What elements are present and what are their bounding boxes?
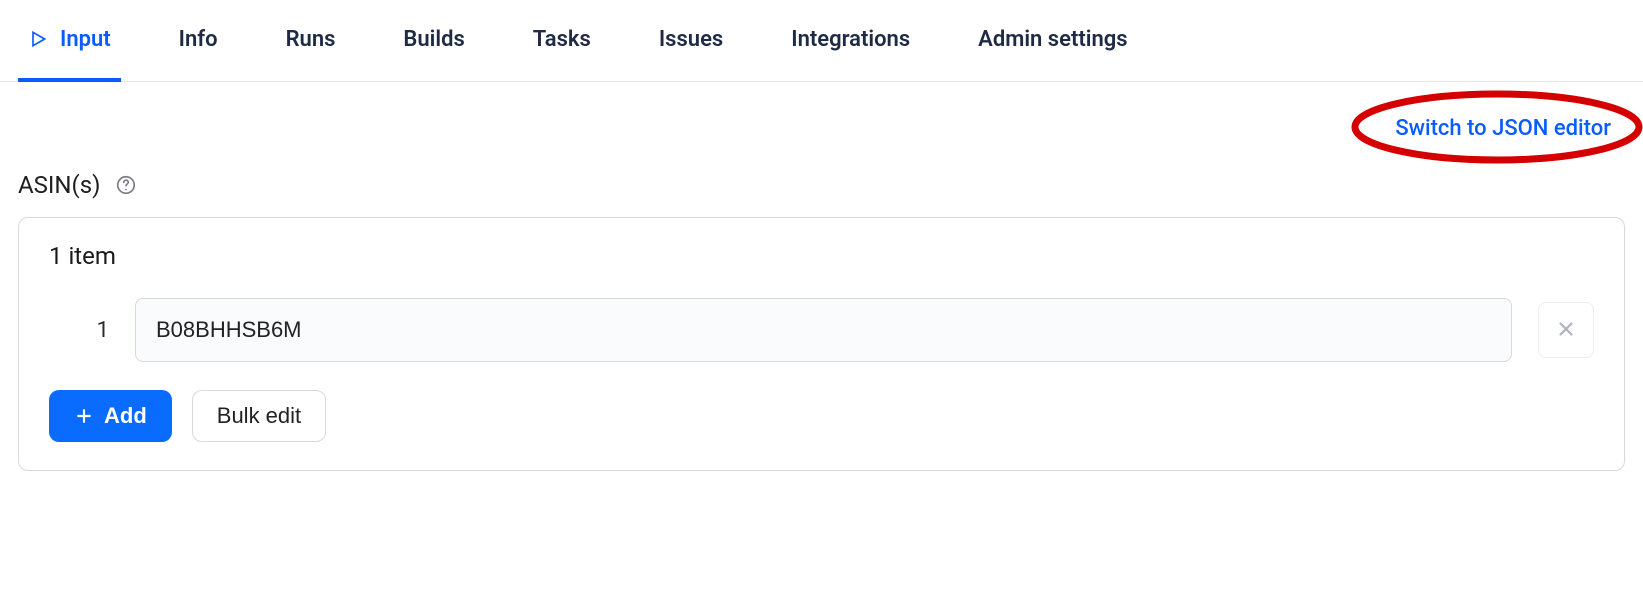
asin-list-panel: 1 item 1: [18, 217, 1625, 471]
add-button-label: Add: [104, 403, 147, 429]
tab-input[interactable]: Input: [18, 1, 121, 82]
item-count: 1 item: [49, 242, 1594, 270]
tab-label: Input: [60, 27, 111, 52]
tab-runs[interactable]: Runs: [276, 1, 346, 82]
tabs-nav: Input Info Runs Builds Tasks Issues Inte…: [0, 0, 1643, 82]
plus-icon: [74, 406, 94, 426]
delete-row-button[interactable]: [1538, 302, 1594, 358]
bulk-edit-label: Bulk edit: [217, 403, 301, 429]
tab-issues[interactable]: Issues: [649, 1, 733, 82]
tab-label: Issues: [659, 27, 723, 52]
play-icon: [28, 29, 48, 49]
asin-input[interactable]: [135, 298, 1512, 362]
tab-label: Integrations: [791, 27, 910, 52]
switch-to-json-editor-link[interactable]: Switch to JSON editor: [1381, 110, 1625, 147]
close-icon: [1555, 318, 1577, 343]
bulk-edit-button[interactable]: Bulk edit: [192, 390, 326, 442]
asin-field-label: ASIN(s): [18, 171, 101, 199]
tab-admin-settings[interactable]: Admin settings: [968, 1, 1137, 82]
tab-integrations[interactable]: Integrations: [781, 1, 920, 82]
tab-builds[interactable]: Builds: [393, 1, 474, 82]
tab-label: Tasks: [533, 27, 591, 52]
tab-label: Info: [179, 27, 218, 52]
tab-tasks[interactable]: Tasks: [523, 1, 601, 82]
tab-label: Admin settings: [978, 27, 1127, 52]
list-item: 1: [49, 298, 1594, 362]
tab-info[interactable]: Info: [169, 1, 228, 82]
help-icon[interactable]: [115, 174, 137, 196]
add-button[interactable]: Add: [49, 390, 172, 442]
tab-label: Runs: [286, 27, 336, 52]
row-index: 1: [49, 318, 109, 343]
tab-label: Builds: [403, 27, 464, 52]
